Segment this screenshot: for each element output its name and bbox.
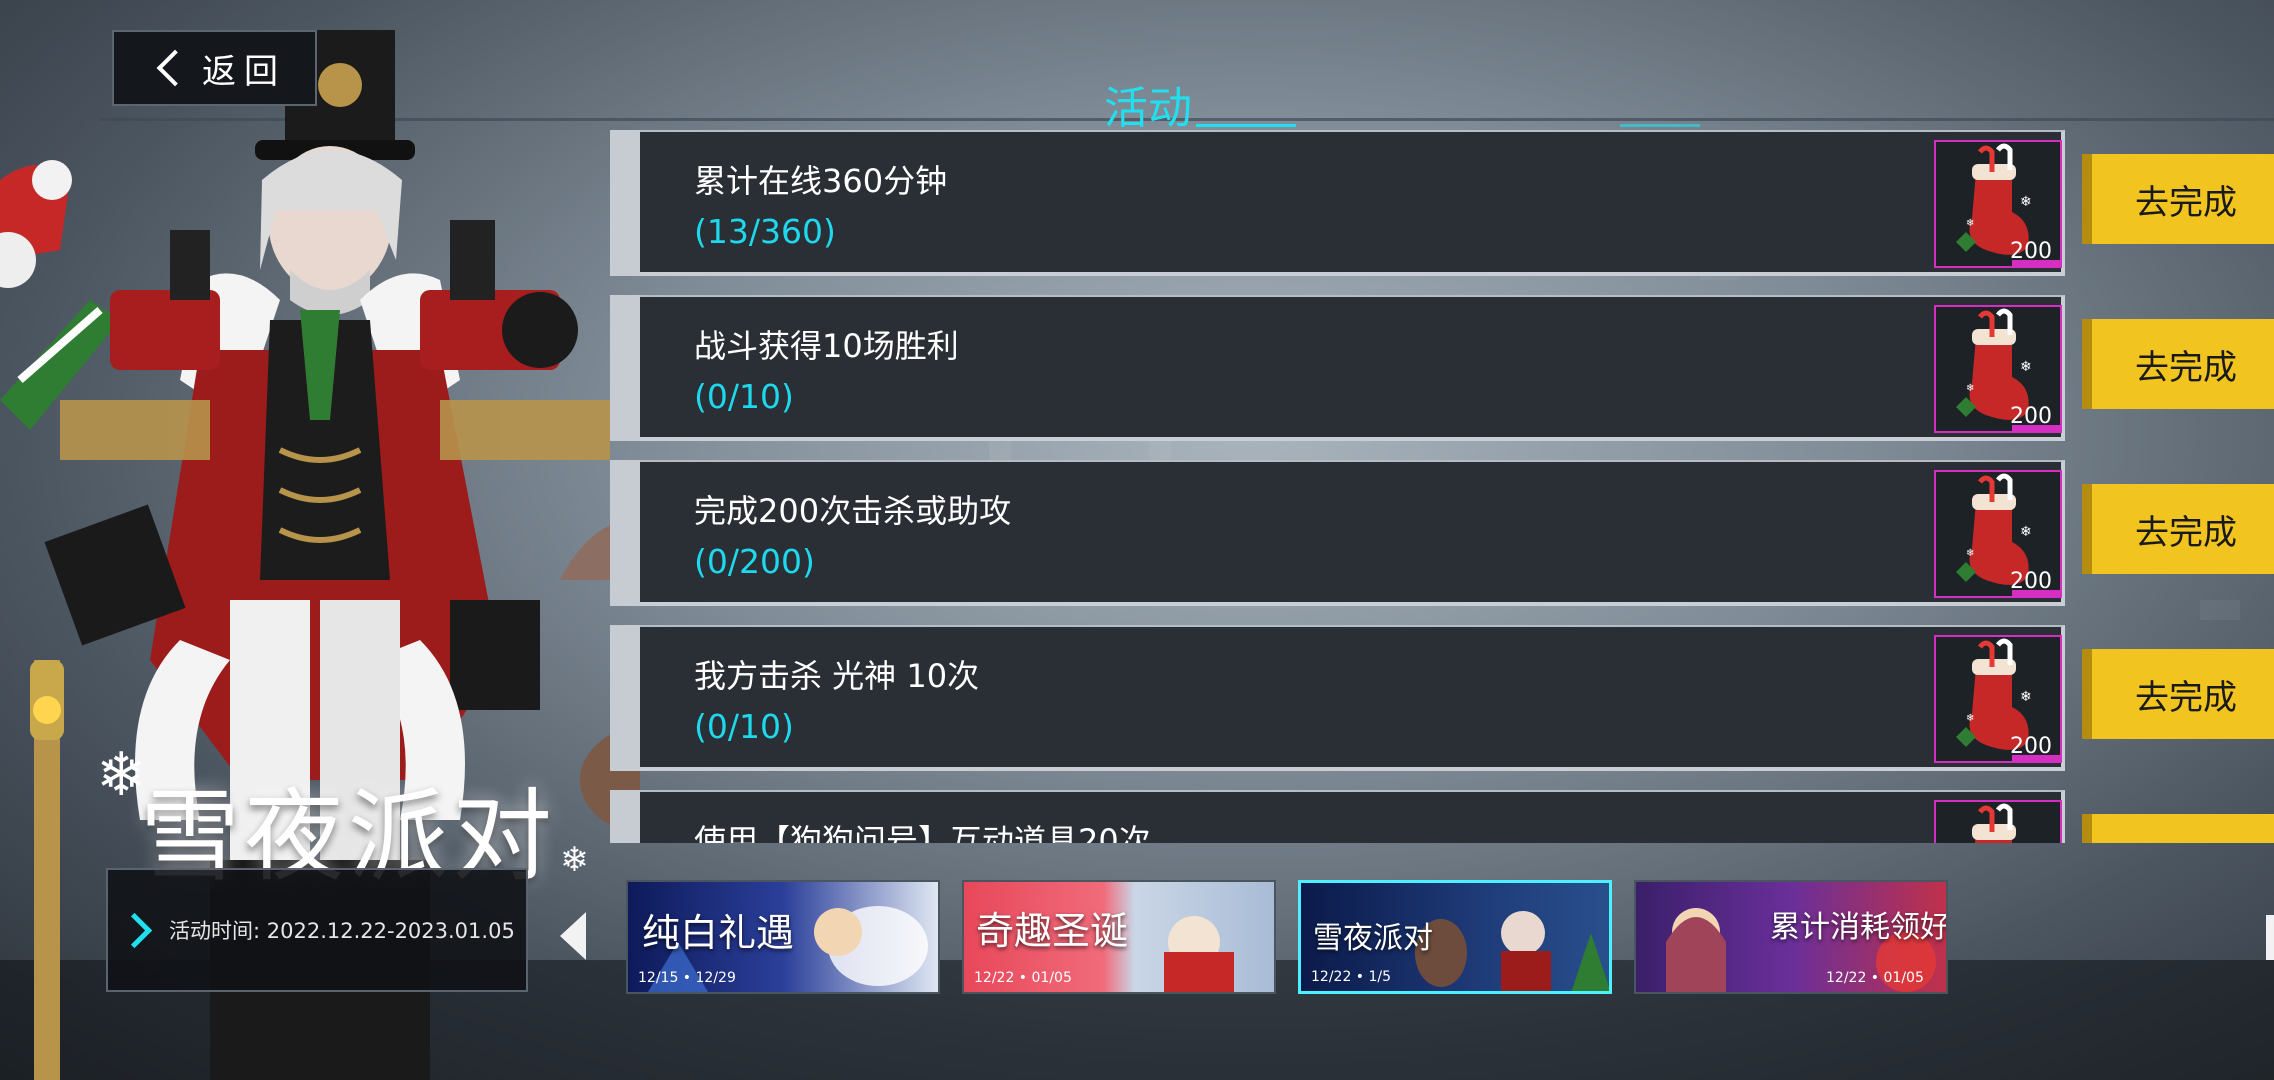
task-name: 累计在线360分钟 [694,162,948,200]
task-list[interactable]: 累计在线360分钟 (13/360) ❄ ❄ 200 去完成 战斗获得10场胜利… [610,128,2274,843]
task-row-accent [610,625,640,771]
reward-quality-bar [2012,755,2060,761]
banner-dates: 12/15 • 12/29 [638,970,736,986]
task-row-accent [610,130,640,276]
back-button-label: 返回 [202,51,286,92]
reward-item[interactable]: ❄ ❄ 200 [1934,470,2062,598]
reward-item[interactable]: ❄ ❄ 200 [1934,305,2062,433]
christmas-stocking-icon [1972,803,2016,843]
banner-dates: 12/22 • 01/05 [974,970,1072,986]
svg-text:❄: ❄ [1966,218,1974,229]
event-banner[interactable]: 奇趣圣诞 12/22 • 01/05 [962,880,1276,994]
task-name: 使用【狗狗问号】互动道具20次 [694,822,1151,843]
task-card: 使用【狗狗问号】互动道具20次 [640,790,2065,843]
event-banner[interactable]: 累计消耗领好礼 12/22 • 01/05 [1634,880,1948,994]
task-card: 累计在线360分钟 (13/360) ❄ ❄ 200 [640,130,2065,276]
reward-item[interactable]: ❄ ❄ 200 [1934,140,2062,268]
task-row: 累计在线360分钟 (13/360) ❄ ❄ 200 去完成 [610,130,2274,276]
event-time-text: 活动时间: 2022.12.22-2023.01.05 [169,919,515,943]
task-card: 战斗获得10场胜利 (0/10) ❄ ❄ 200 [640,295,2065,441]
event-banner-selected[interactable]: 雪夜派对 12/22 • 1/5 [1298,880,1612,994]
banner-title: 累计消耗领好礼 [1770,910,1948,945]
banner-title: 纯白礼遇 [642,911,795,955]
go-complete-button[interactable]: 去完成 [2082,319,2274,409]
snowflake-icon: ❄ [96,740,147,810]
banner-dates: 12/22 • 1/5 [1311,969,1392,985]
svg-text:❄: ❄ [2020,689,2032,705]
event-banner[interactable]: 纯白礼遇 12/15 • 12/29 [626,880,940,994]
task-name: 完成200次击杀或助攻 [694,492,1012,530]
task-progress: (0/10) [694,707,794,746]
task-card: 我方击杀 光神 10次 (0/10) ❄ ❄ 200 [640,625,2065,771]
title-underline [1196,124,1296,127]
task-row: 完成200次击杀或助攻 (0/200) ❄ ❄ 200 去完成 [610,460,2274,606]
task-progress: (13/360) [694,212,836,251]
reward-item[interactable] [1934,800,2062,843]
reward-quality-bar [2012,425,2060,431]
page-title: 活动 [1104,83,1192,134]
go-complete-button[interactable]: 去完成 [2082,649,2274,739]
snowflake-icon: ❄ [560,840,589,880]
task-row: 我方击杀 光神 10次 (0/10) ❄ ❄ 200 去完成 [610,625,2274,771]
svg-text:❄: ❄ [2020,359,2032,375]
reward-quality-bar [2012,260,2060,266]
task-progress: (0/200) [694,542,815,581]
carousel-right-arrow-icon[interactable] [2266,915,2274,960]
go-complete-button[interactable]: 去完成 [2082,484,2274,574]
task-progress: (0/10) [694,377,794,416]
task-row-accent [610,790,640,843]
event-time-panel: 活动时间: 2022.12.22-2023.01.05 [106,868,528,992]
task-row-accent [610,460,640,606]
go-complete-button[interactable] [2082,814,2274,843]
task-row-accent [610,295,640,441]
svg-text:❄: ❄ [2020,524,2032,540]
banner-title: 奇趣圣诞 [976,909,1129,953]
task-name: 我方击杀 光神 10次 [694,657,980,695]
reward-item[interactable]: ❄ ❄ 200 [1934,635,2062,763]
banner-dates: 12/22 • 01/05 [1826,970,1924,986]
chevron-right-icon [116,912,153,948]
reward-quality-bar [2012,590,2060,596]
svg-text:❄: ❄ [1966,383,1974,394]
svg-text:❄: ❄ [1966,548,1974,559]
carousel-left-arrow-icon[interactable] [560,912,586,960]
task-row: 使用【狗狗问号】互动道具20次 [610,790,2274,843]
task-card: 完成200次击杀或助攻 (0/200) ❄ ❄ 200 [640,460,2065,606]
go-complete-button[interactable]: 去完成 [2082,154,2274,244]
task-row: 战斗获得10场胜利 (0/10) ❄ ❄ 200 去完成 [610,295,2274,441]
back-button[interactable]: 返回 [112,30,317,106]
svg-text:❄: ❄ [1966,713,1974,724]
task-name: 战斗获得10场胜利 [694,327,959,365]
back-chevron-icon [156,49,194,87]
svg-text:❄: ❄ [2020,194,2032,210]
banner-title: 雪夜派对 [1313,921,1433,956]
title-underline-right [1620,124,1700,127]
